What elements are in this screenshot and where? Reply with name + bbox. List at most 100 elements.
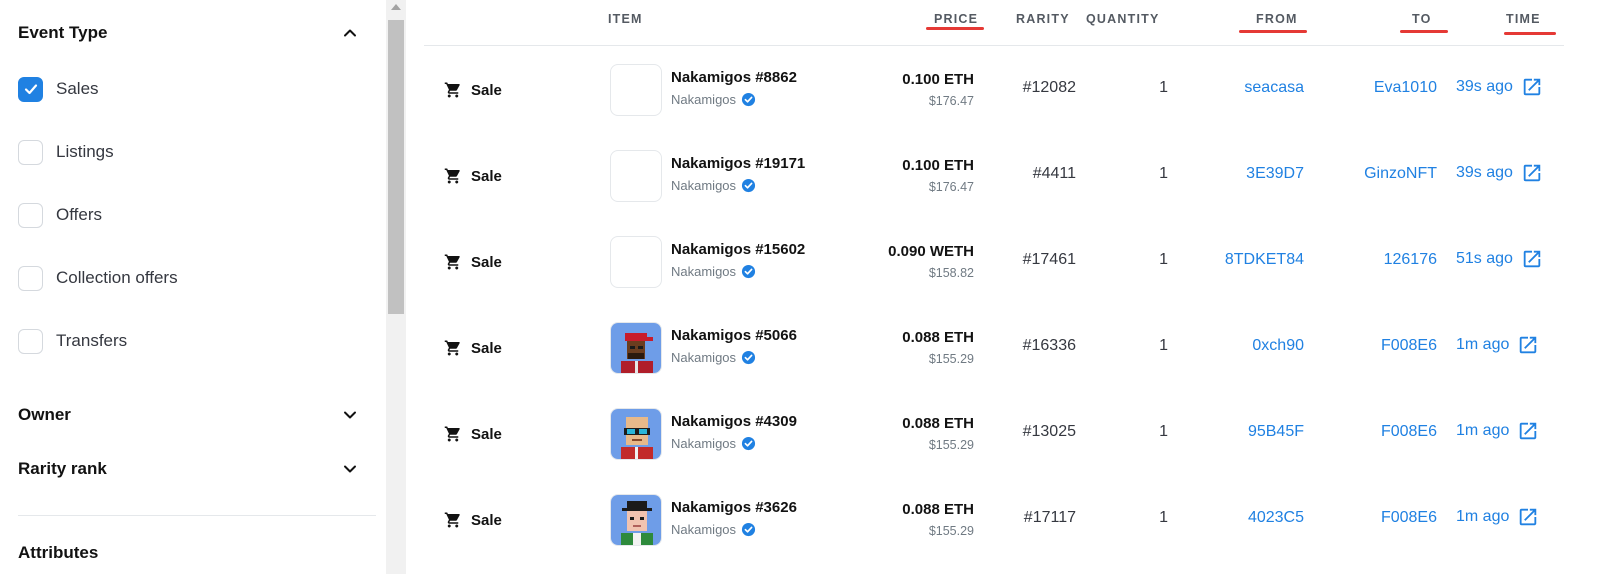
item-name-link[interactable]: Nakamigos #8862 xyxy=(671,69,797,86)
price-crypto: 0.090 WETH xyxy=(888,243,974,260)
to-address-link[interactable]: 126176 xyxy=(1384,251,1437,269)
external-link-icon[interactable] xyxy=(1517,334,1539,356)
event-label: Sale xyxy=(471,167,502,185)
filter-label: Offers xyxy=(56,205,102,224)
table-row[interactable]: Sale Nakamigos #19171 Nakamigos 0.100 ETH $1… xyxy=(424,133,1564,219)
external-link-icon[interactable] xyxy=(1517,506,1539,528)
item-thumbnail[interactable] xyxy=(610,494,662,546)
collection-link[interactable]: Nakamigos xyxy=(671,522,756,537)
filter-label: Transfers xyxy=(56,331,128,350)
from-address-link[interactable]: 4023C5 xyxy=(1248,509,1304,527)
table-row[interactable]: Sale Nakamigos #5066 Nakamigos 0.088 ETH $15… xyxy=(424,305,1564,391)
chevron-up-icon[interactable] xyxy=(342,25,358,41)
attributes-title: Attributes xyxy=(18,543,99,562)
price-usd: $176.47 xyxy=(928,94,974,108)
from-address-link[interactable]: 3E39D7 xyxy=(1246,165,1304,183)
from-address-link[interactable]: seacasa xyxy=(1244,79,1304,97)
item-name-link[interactable]: Nakamigos #19171 xyxy=(671,155,805,172)
collection-link[interactable]: Nakamigos xyxy=(671,178,756,193)
filter-offers[interactable]: Offers xyxy=(18,201,102,229)
from-address-link[interactable]: 95B45F xyxy=(1248,423,1304,441)
quantity: 1 xyxy=(1159,79,1168,96)
to-address-link[interactable]: F008E6 xyxy=(1381,509,1437,527)
offers-checkbox[interactable] xyxy=(18,202,43,228)
time-link[interactable]: 39s ago xyxy=(1456,162,1543,184)
to-address-link[interactable]: GinzoNFT xyxy=(1364,165,1437,183)
event-cell: Sale xyxy=(444,219,502,305)
collection-link[interactable]: Nakamigos xyxy=(671,436,756,451)
rarity-rank: #4411 xyxy=(1032,165,1076,182)
header-item: ITEM xyxy=(608,12,643,26)
scroll-up-arrow-icon[interactable] xyxy=(391,4,401,10)
collection-link[interactable]: Nakamigos xyxy=(671,92,756,107)
header-price[interactable]: PRICE xyxy=(934,12,978,26)
cart-icon xyxy=(444,511,462,529)
collection-name: Nakamigos xyxy=(671,264,737,279)
external-link-icon[interactable] xyxy=(1521,76,1543,98)
filter-sidebar: Event Type Sales Listings Offers Collect… xyxy=(0,0,386,574)
filter-sales[interactable]: Sales xyxy=(18,75,99,103)
collection-name: Nakamigos xyxy=(671,92,737,107)
from-address-link[interactable]: 8TDKET84 xyxy=(1225,251,1304,269)
header-time[interactable]: TIME xyxy=(1506,12,1541,26)
time-link[interactable]: 39s ago xyxy=(1456,76,1543,98)
owner-section[interactable]: Owner xyxy=(18,402,358,428)
collection-link[interactable]: Nakamigos xyxy=(671,350,756,365)
chevron-down-icon[interactable] xyxy=(342,407,358,423)
item-thumbnail[interactable] xyxy=(610,64,662,116)
item-name-link[interactable]: Nakamigos #15602 xyxy=(671,241,805,258)
filter-listings[interactable]: Listings xyxy=(18,138,114,166)
quantity: 1 xyxy=(1159,423,1168,440)
item-name-link[interactable]: Nakamigos #4309 xyxy=(671,413,797,430)
item-thumbnail[interactable] xyxy=(610,408,662,460)
table-row[interactable]: Sale Nakamigos #4309 Nakamigos 0.088 ETH $15… xyxy=(424,391,1564,477)
filter-collection-offers[interactable]: Collection offers xyxy=(18,264,178,292)
transfers-checkbox[interactable] xyxy=(18,328,43,354)
sales-checkbox[interactable] xyxy=(18,76,43,102)
external-link-icon[interactable] xyxy=(1517,420,1539,442)
price-crypto: 0.088 ETH xyxy=(902,329,974,346)
event-label: Sale xyxy=(471,425,502,443)
scroll-thumb[interactable] xyxy=(388,20,404,314)
time-link[interactable]: 51s ago xyxy=(1456,248,1543,270)
item-thumbnail[interactable] xyxy=(610,150,662,202)
item-thumbnail[interactable] xyxy=(610,322,662,374)
listings-checkbox[interactable] xyxy=(18,139,43,165)
event-type-header[interactable]: Event Type xyxy=(18,20,358,46)
to-address-link[interactable]: F008E6 xyxy=(1381,423,1437,441)
quantity: 1 xyxy=(1159,165,1168,182)
external-link-icon[interactable] xyxy=(1521,162,1543,184)
time-link[interactable]: 1m ago xyxy=(1456,420,1539,442)
table-row[interactable]: Sale Nakamigos #3626 Nakamigos 0.088 ETH $15… xyxy=(424,477,1564,563)
collection-name: Nakamigos xyxy=(671,178,737,193)
checkmark-icon xyxy=(24,84,37,95)
time-link[interactable]: 1m ago xyxy=(1456,334,1539,356)
time-link[interactable]: 1m ago xyxy=(1456,506,1539,528)
header-rarity[interactable]: RARITY xyxy=(1016,12,1070,26)
price-usd: $155.29 xyxy=(928,524,974,538)
external-link-icon[interactable] xyxy=(1521,248,1543,270)
sidebar-scrollbar[interactable] xyxy=(386,0,406,574)
event-label: Sale xyxy=(471,81,502,99)
table-row[interactable]: Sale Nakamigos #15602 Nakamigos 0.090 WETH $… xyxy=(424,219,1564,305)
cart-icon xyxy=(444,167,462,185)
time-ago: 39s ago xyxy=(1456,164,1513,181)
header-to: TO xyxy=(1412,12,1432,26)
verified-badge-icon xyxy=(741,92,756,107)
cart-icon xyxy=(444,339,462,357)
rarity-rank-title: Rarity rank xyxy=(18,459,107,478)
rarity-rank-section[interactable]: Rarity rank xyxy=(18,456,358,482)
collection-name: Nakamigos xyxy=(671,436,737,451)
table-row[interactable]: Sale Nakamigos #8862 Nakamigos 0.100 ETH $17… xyxy=(424,47,1564,133)
to-address-link[interactable]: Eva1010 xyxy=(1374,79,1437,97)
collection-offers-checkbox[interactable] xyxy=(18,265,43,291)
from-address-link[interactable]: 0xch90 xyxy=(1252,337,1304,355)
item-thumbnail[interactable] xyxy=(610,236,662,288)
collection-link[interactable]: Nakamigos xyxy=(671,264,756,279)
item-name-link[interactable]: Nakamigos #5066 xyxy=(671,327,797,344)
to-address-link[interactable]: F008E6 xyxy=(1381,337,1437,355)
filter-transfers[interactable]: Transfers xyxy=(18,327,127,355)
chevron-down-icon[interactable] xyxy=(342,461,358,477)
attributes-section[interactable]: Attributes xyxy=(18,540,358,566)
item-name-link[interactable]: Nakamigos #3626 xyxy=(671,499,797,516)
